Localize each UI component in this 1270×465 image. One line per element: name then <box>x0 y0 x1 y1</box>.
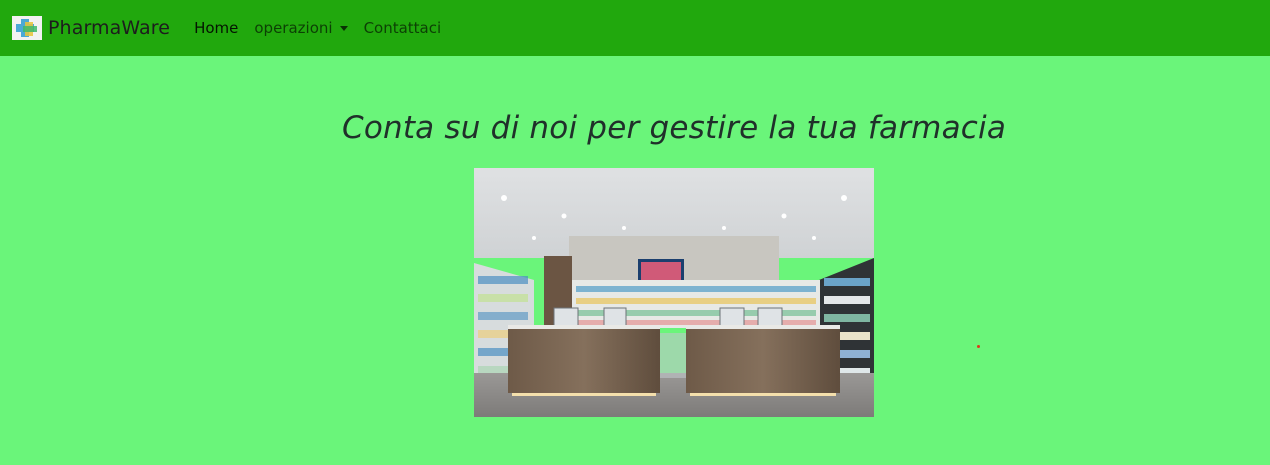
page-headline: Conta su di noi per gestire la tua farma… <box>341 110 1007 146</box>
brand-name: PharmaWare <box>48 17 171 39</box>
nav-links: Home operazioni Contattaci <box>194 19 457 37</box>
navbar: PharmaWare Home operazioni Contattaci <box>0 0 1270 56</box>
nav-home-link[interactable]: Home <box>194 19 238 37</box>
pharmacy-cross-icon <box>12 16 42 40</box>
pharmacy-interior-photo <box>474 168 874 417</box>
nav-contattaci-link[interactable]: Contattaci <box>364 19 442 37</box>
red-dot-marker <box>977 345 980 348</box>
chevron-down-icon <box>339 26 348 31</box>
nav-operazioni-label: operazioni <box>254 19 333 37</box>
nav-operazioni-dropdown[interactable]: operazioni <box>254 19 348 37</box>
brand-link[interactable]: PharmaWare <box>12 16 170 40</box>
